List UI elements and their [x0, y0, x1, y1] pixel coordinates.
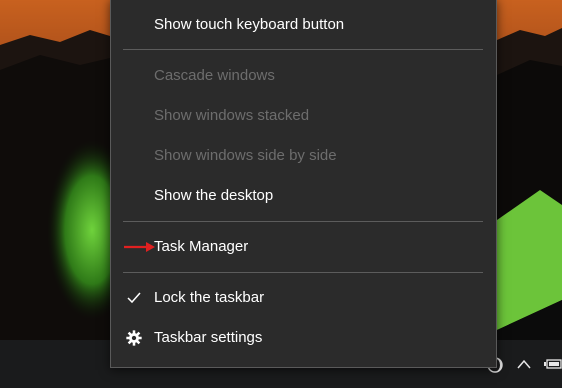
menu-separator: [123, 49, 483, 50]
menu-item-label: Show windows stacked: [154, 107, 310, 124]
chevron-up-icon[interactable]: [516, 357, 532, 375]
menu-item-label: Cascade windows: [154, 67, 275, 84]
menu-item-label: Lock the taskbar: [154, 289, 265, 306]
menu-item-task-manager[interactable]: Task Manager: [111, 230, 496, 264]
menu-item-show-the-desktop[interactable]: Show the desktop: [111, 179, 496, 213]
checkmark-icon: [124, 289, 144, 307]
red-arrow-icon: [124, 240, 156, 258]
menu-item-label: Task Manager: [154, 238, 249, 255]
menu-item-cascade-windows[interactable]: Cascade windows: [111, 59, 496, 93]
menu-item-label: Show the desktop: [154, 187, 274, 204]
menu-item-lock-the-taskbar[interactable]: Lock the taskbar: [111, 281, 496, 315]
desktop-screen: Show touch keyboard button Cascade windo…: [0, 0, 562, 388]
menu-item-taskbar-settings[interactable]: Taskbar settings: [111, 321, 496, 355]
menu-separator: [123, 272, 483, 273]
battery-icon[interactable]: [544, 357, 562, 375]
menu-item-show-touch-keyboard-button[interactable]: Show touch keyboard button: [111, 8, 496, 42]
menu-item-label: Show touch keyboard button: [154, 16, 345, 33]
gear-icon: [124, 329, 144, 347]
menu-separator: [123, 221, 483, 222]
taskbar-context-menu: Show touch keyboard button Cascade windo…: [110, 0, 497, 368]
menu-item-label: Taskbar settings: [154, 329, 263, 346]
menu-item-show-windows-side-by-side[interactable]: Show windows side by side: [111, 139, 496, 173]
menu-item-show-windows-stacked[interactable]: Show windows stacked: [111, 99, 496, 133]
menu-item-label: Show windows side by side: [154, 147, 337, 164]
